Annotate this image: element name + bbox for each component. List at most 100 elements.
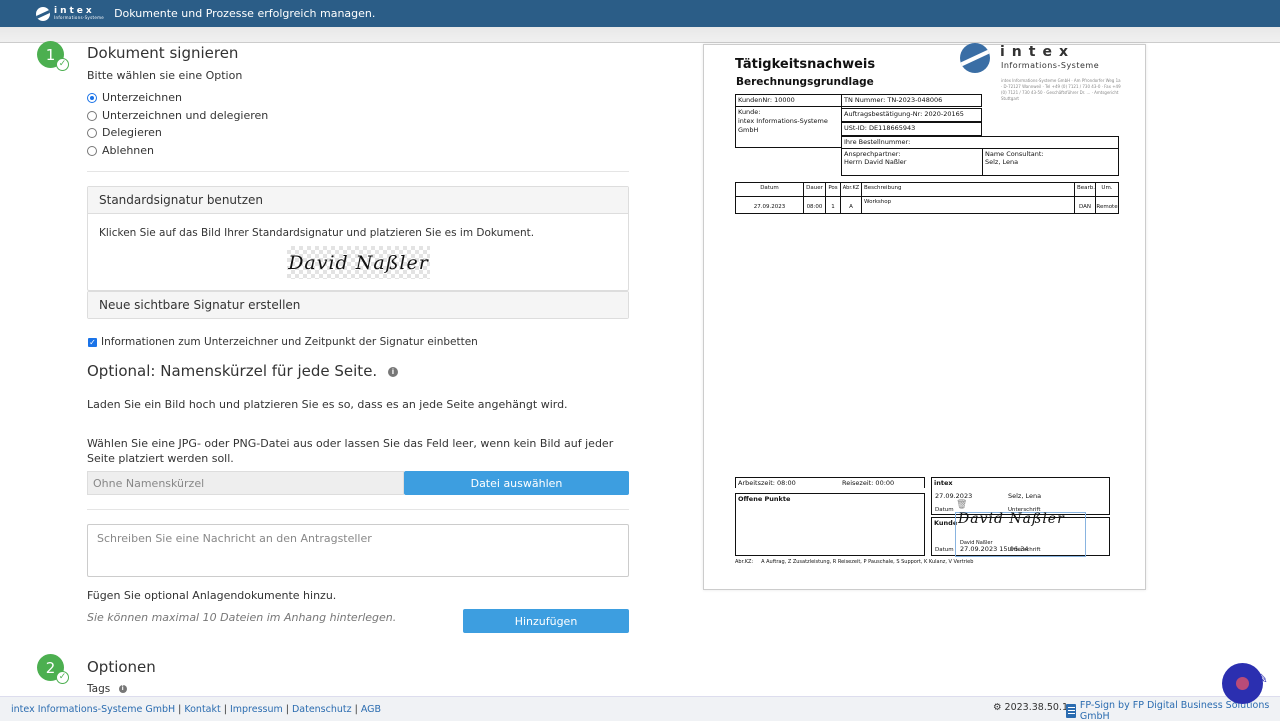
doc-th-beschreibung: Beschreibung xyxy=(861,182,1075,197)
option-label: Unterzeichnen und delegieren xyxy=(102,109,269,122)
edit-check-icon[interactable]: ✎ xyxy=(1257,672,1268,687)
doc-cell-tn: TN Nummer: TN-2023-048006 xyxy=(841,94,982,107)
doc-kunde-datum-label: Datum xyxy=(935,547,954,553)
doc-subtitle: Berechnungsgrundlage xyxy=(736,76,874,88)
doc-cell-ansprech: Ansprechpartner: Herrn David Naßler xyxy=(841,148,983,176)
footer-impressum-link[interactable]: Impressum xyxy=(230,704,283,715)
radio-icon[interactable] xyxy=(87,145,97,156)
checkbox-checked-icon[interactable]: ✓ xyxy=(88,337,97,347)
message-textarea[interactable]: Schreiben Sie eine Nachricht an den Antr… xyxy=(87,524,629,577)
footer-datenschutz-link[interactable]: Datenschutz xyxy=(292,704,352,715)
placed-signature-timestamp: 27.09.2023 15:06:34 xyxy=(960,545,1029,553)
intex-logo[interactable]: intex Informations-Systeme xyxy=(36,6,105,21)
doc-consultant-label: Name Consultant: xyxy=(985,150,1044,158)
doc-cell-ust: USt-ID: DE118665943 xyxy=(841,122,982,136)
initials-title-text: Optional: Namenskürzel für jede Seite. xyxy=(87,362,378,380)
footer-kontakt-link[interactable]: Kontakt xyxy=(184,704,220,715)
option-unterzeichnen-delegieren[interactable]: Unterzeichnen und delegieren xyxy=(87,109,268,122)
doc-th-bearb: Bearb. xyxy=(1074,182,1096,197)
doc-logo-text: intex xyxy=(1000,44,1075,60)
option-label: Delegieren xyxy=(102,126,162,139)
doc-td-um: Remote xyxy=(1095,196,1119,214)
footer-separator: | xyxy=(354,703,358,715)
doc-kunde-value: intex Informations-Systeme GmbH xyxy=(738,117,828,134)
check-icon: ✓ xyxy=(56,58,69,71)
doc-address: intex Informations-Systeme GmbH · Am Pfr… xyxy=(1001,78,1121,101)
option-delegieren[interactable]: Delegieren xyxy=(87,126,162,139)
step-2-number: 2 xyxy=(45,658,56,677)
doc-td-beschreibung: Workshop xyxy=(861,196,1075,214)
doc-td-abrkz: A xyxy=(840,196,862,214)
choose-file-button[interactable]: Datei auswählen xyxy=(404,471,629,495)
doc-th-datum: Datum xyxy=(735,182,804,197)
doc-ansprech-label: Ansprechpartner: xyxy=(844,150,901,158)
doc-td-datum: 27.09.2023 xyxy=(735,196,804,214)
doc-intex-datum-label: Datum xyxy=(935,507,954,513)
document-icon xyxy=(1066,704,1076,718)
step-2-title: Optionen xyxy=(87,658,156,676)
divider xyxy=(87,171,629,172)
doc-th-dauer: Dauer xyxy=(803,182,826,197)
radio-icon[interactable] xyxy=(87,127,97,138)
standard-signature-header[interactable]: Standardsignatur benutzen xyxy=(88,187,628,214)
logo-globe-icon xyxy=(36,6,50,21)
placed-signature-image[interactable]: David Naßler xyxy=(958,511,1065,527)
add-attachment-button[interactable]: Hinzufügen xyxy=(463,609,629,633)
doc-cell-zeiten: Arbeitszeit: 08:00 Reisezeit: 00:00 xyxy=(735,477,925,488)
radio-icon[interactable] xyxy=(87,110,97,121)
standard-signature-instruction: Klicken Sie auf das Bild Ihrer Standards… xyxy=(99,227,535,239)
doc-cell-kunde: Kunde: intex Informations-Systeme GmbH xyxy=(735,106,842,148)
doc-ansprech-value: Herrn David Naßler xyxy=(844,158,907,166)
doc-cell-auftrag: Auftragsbestätigung-Nr: 2020-20165 xyxy=(841,108,982,122)
doc-abr-legend: Abr.KZ: A Auftrag, Z Zusatzleistung, R R… xyxy=(735,559,974,565)
footer-separator: | xyxy=(285,703,289,715)
attach-hint: Sie können maximal 10 Dateien im Anhang … xyxy=(87,611,397,624)
step-1-badge: 1 ✓ xyxy=(37,41,69,71)
initials-file-field[interactable]: Ohne Namenskürzel xyxy=(87,471,404,495)
toolbar-strip xyxy=(0,27,1280,43)
doc-consultant-value: Selz, Lena xyxy=(985,158,1019,166)
doc-intex-date: 27.09.2023 xyxy=(935,492,973,500)
doc-th-abrkz: Abr.KZ xyxy=(840,182,862,197)
initials-description: Laden Sie ein Bild hoch und platzieren S… xyxy=(87,398,568,411)
gear-icon: ⚙ xyxy=(993,702,1002,713)
doc-intex-label: intex xyxy=(934,479,953,487)
radio-icon[interactable] xyxy=(87,92,97,103)
step-1-title: Dokument signieren xyxy=(87,44,239,62)
chat-icon xyxy=(1236,677,1249,690)
top-bar: intex Informations-Systeme Dokumente und… xyxy=(0,0,1280,27)
doc-kunde-label: Kunde: xyxy=(738,108,761,116)
step-2-badge: 2 ✓ xyxy=(37,654,69,684)
embed-info-option[interactable]: ✓ Informationen zum Unterzeichner und Ze… xyxy=(88,336,478,348)
footer-company-link[interactable]: intex Informations-Systeme GmbH xyxy=(11,704,175,715)
new-signature-header[interactable]: Neue sichtbare Signatur erstellen xyxy=(88,292,628,318)
option-label: Unterzeichnen xyxy=(102,91,182,104)
logo-sub-text: Informations-Systeme xyxy=(54,15,105,20)
option-label: Ablehnen xyxy=(102,144,155,157)
standard-signature-image[interactable]: David Naßler xyxy=(287,246,430,279)
trash-icon[interactable]: 🗑 xyxy=(956,500,967,510)
initials-title: Optional: Namenskürzel für jede Seite. i xyxy=(87,362,398,380)
option-ablehnen[interactable]: Ablehnen xyxy=(87,144,154,157)
footer-agb-link[interactable]: AGB xyxy=(361,704,381,715)
info-icon[interactable]: i xyxy=(118,685,127,693)
doc-th-pos: Pos xyxy=(825,182,841,197)
option-prompt: Bitte wählen sie eine Option xyxy=(87,69,243,82)
doc-title: Tätigkeitsnachweis xyxy=(735,57,876,72)
step-1-number: 1 xyxy=(45,45,56,64)
info-icon[interactable]: i xyxy=(387,366,398,377)
embed-info-label: Informationen zum Unterzeichner und Zeit… xyxy=(101,336,478,348)
doc-td-pos: 1 xyxy=(825,196,841,214)
option-unterzeichnen[interactable]: Unterzeichnen xyxy=(87,91,182,104)
doc-cell-offene-punkte: Offene Punkte xyxy=(735,493,925,556)
new-signature-panel[interactable]: Neue sichtbare Signatur erstellen xyxy=(87,291,629,319)
attach-label: Fügen Sie optional Anlagendokumente hinz… xyxy=(87,589,337,602)
fpsign-link[interactable]: FP-Sign by FP Digital Business Solutions… xyxy=(1080,700,1280,721)
doc-intex-name: Selz, Lena xyxy=(1008,492,1042,500)
version-info: ⚙ 2023.38.50.1 xyxy=(993,702,1068,713)
doc-th-um: Um. xyxy=(1095,182,1119,197)
doc-td-bearb: DAN xyxy=(1074,196,1096,214)
file-description: Wählen Sie eine JPG- oder PNG-Datei aus … xyxy=(87,437,614,465)
doc-cell-consultant: Name Consultant: Selz, Lena xyxy=(982,148,1119,176)
version-number: 2023.38.50.1 xyxy=(1004,702,1068,713)
